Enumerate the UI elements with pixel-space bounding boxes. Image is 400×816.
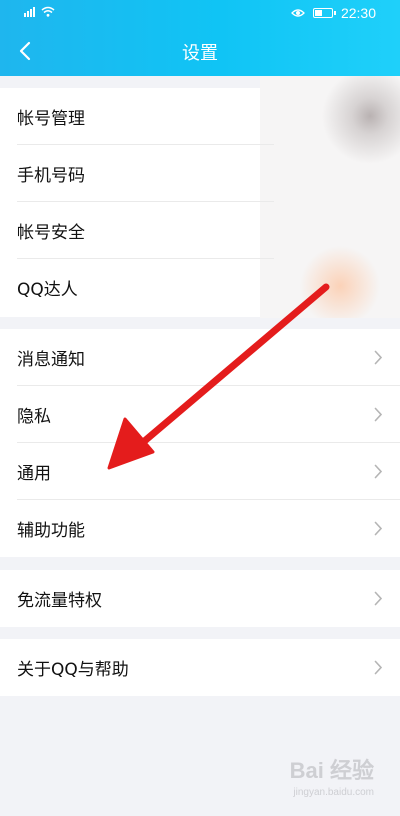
row-label: 辅助功能 — [17, 521, 85, 541]
row-account-security[interactable]: 帐号安全 — [0, 202, 400, 259]
status-time: 22:30 — [340, 5, 376, 21]
row-label: QQ达人 — [17, 280, 78, 300]
row-qq-daren[interactable]: QQ达人 — [0, 259, 400, 316]
eye-icon — [291, 9, 305, 17]
battery-icon — [312, 8, 336, 18]
row-label: 隐私 — [17, 407, 51, 427]
row-label: 关于QQ与帮助 — [17, 660, 129, 680]
nav-bar: 设置 — [0, 26, 400, 76]
chevron-right-icon — [374, 660, 383, 675]
watermark-text: Bai 经验 — [289, 758, 374, 783]
chevron-right-icon — [374, 464, 383, 479]
row-accessibility[interactable]: 辅助功能 — [0, 500, 400, 557]
row-label: 通用 — [17, 464, 51, 484]
wifi-icon — [41, 6, 55, 17]
chevron-right-icon — [374, 521, 383, 536]
row-label: 帐号管理 — [17, 109, 85, 129]
row-general[interactable]: 通用 — [0, 443, 400, 500]
data-free-group: 免流量特权 — [0, 570, 400, 627]
row-about-help[interactable]: 关于QQ与帮助 — [0, 639, 400, 696]
row-label: 手机号码 — [17, 166, 85, 186]
row-account-management[interactable]: 帐号管理 — [0, 88, 400, 145]
row-phone-number[interactable]: 手机号码 — [0, 145, 400, 202]
row-label: 帐号安全 — [17, 223, 85, 243]
account-group: 帐号管理 手机号码 帐号安全 QQ达人 — [0, 76, 400, 318]
baidu-jingyan-watermark: Bai 经验 jingyan.baidu.com — [290, 753, 374, 798]
page-title: 设置 — [182, 43, 218, 64]
about-group: 关于QQ与帮助 — [0, 639, 400, 696]
row-data-free-privilege[interactable]: 免流量特权 — [0, 570, 400, 627]
watermark-sub: jingyan.baidu.com — [293, 787, 374, 798]
row-privacy[interactable]: 隐私 — [0, 386, 400, 443]
row-label: 免流量特权 — [17, 591, 102, 611]
signal-icon — [24, 6, 35, 17]
chevron-right-icon — [374, 591, 383, 606]
status-bar: 22:30 — [0, 0, 400, 26]
general-group: 消息通知 隐私 通用 辅助功能 — [0, 329, 400, 557]
row-label: 消息通知 — [17, 350, 85, 370]
chevron-right-icon — [374, 350, 383, 365]
chevron-right-icon — [374, 407, 383, 422]
row-notifications[interactable]: 消息通知 — [0, 329, 400, 386]
header-bar: 22:30 设置 — [0, 0, 400, 76]
